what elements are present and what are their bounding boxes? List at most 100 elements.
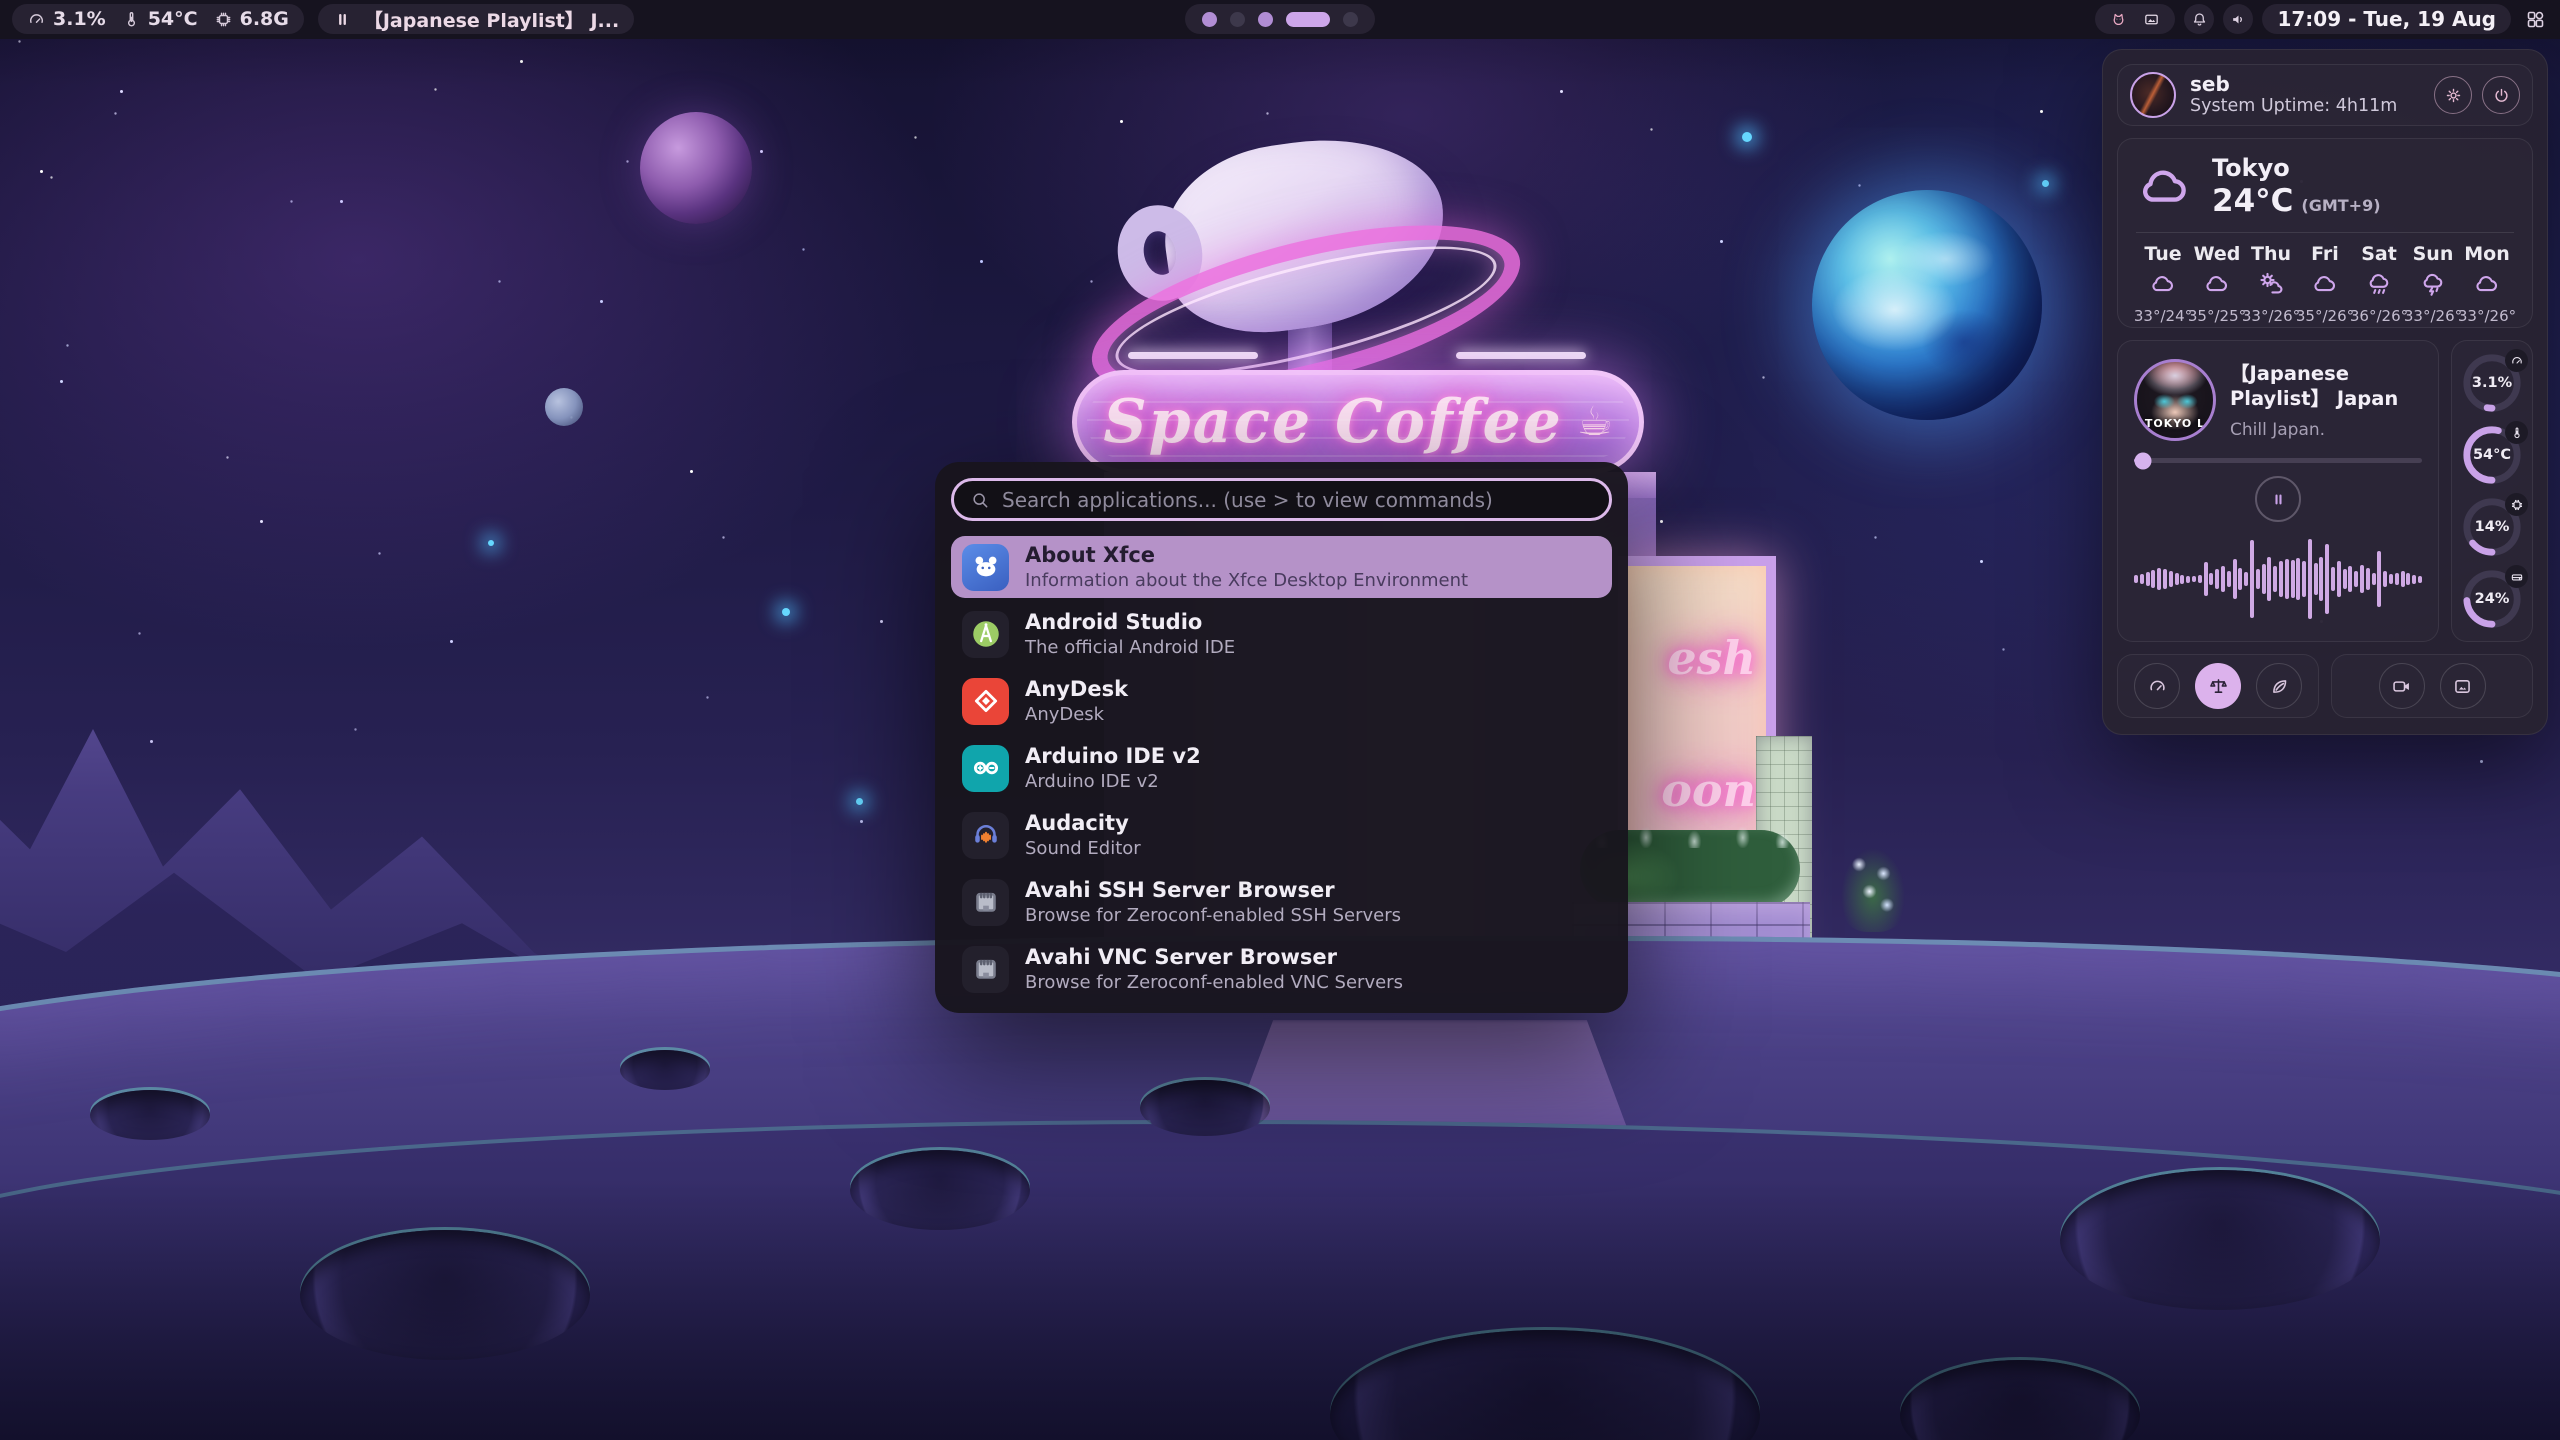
stat-chip: 6.8G — [214, 8, 289, 30]
pause-icon — [2270, 491, 2287, 508]
workspace-dot-3[interactable] — [1258, 12, 1273, 27]
weather-city: Tokyo — [2212, 155, 2381, 183]
speedometer-icon — [2147, 676, 2168, 697]
desktop: eshoonans Space Coffee ☕ 3.1%54°C6.8G — [0, 0, 2560, 1440]
cloud-icon — [2311, 270, 2339, 302]
media-progress-bar[interactable] — [2134, 458, 2422, 463]
avahi-icon — [962, 946, 1009, 993]
system-gauges: 3.1% 54°C 14% 24% — [2451, 340, 2533, 642]
workspace-indicator[interactable] — [1185, 4, 1375, 34]
avahi-icon — [962, 879, 1009, 926]
user-name: seb — [2190, 73, 2397, 96]
media-subtitle: Chill Japan. — [2230, 420, 2422, 440]
screenshot-icon — [2452, 676, 2473, 697]
gauge-speedometer: 3.1% — [2461, 352, 2523, 414]
stat-speedometer: 3.1% — [27, 8, 106, 30]
chip-icon — [214, 10, 233, 29]
capture-video-button[interactable] — [2379, 663, 2425, 709]
xfce-icon — [962, 544, 1009, 591]
cloud-icon — [2149, 270, 2177, 302]
video-icon — [2391, 676, 2412, 697]
divider — [2136, 232, 2514, 233]
chip-icon — [2505, 493, 2528, 516]
cloud-icon — [2203, 270, 2231, 302]
stat-value: 6.8G — [240, 8, 289, 30]
clock[interactable]: 17:09 - Tue, 19 Aug — [2262, 4, 2511, 34]
system-uptime: System Uptime: 4h11m — [2190, 96, 2397, 117]
power-profile-card — [2117, 654, 2319, 718]
search-bar[interactable] — [951, 478, 1612, 521]
android-studio-icon — [962, 611, 1009, 658]
wallpaper-icon[interactable] — [2143, 11, 2160, 28]
pet-icon[interactable] — [2110, 11, 2127, 28]
workspace-dot-5[interactable] — [1343, 12, 1358, 27]
top-bar: 3.1% 54°C 6.8G 【Japanese Playlist】 J... 17… — [0, 0, 2560, 39]
widgets-button[interactable] — [2520, 4, 2550, 34]
app-row-avahi-ssh-server-browser[interactable]: Avahi SSH Server BrowserBrowse for Zeroc… — [951, 871, 1612, 933]
forecast-wed: Wed35°/25° — [2190, 243, 2244, 325]
capture-card — [2331, 654, 2533, 718]
arduino-icon — [962, 745, 1009, 792]
cloud-icon — [2473, 270, 2501, 302]
search-icon — [970, 490, 990, 510]
search-input[interactable] — [1002, 488, 1593, 512]
thermometer-icon — [2505, 421, 2528, 444]
notifications-button[interactable] — [2184, 4, 2214, 34]
gauge-chip: 14% — [2461, 496, 2523, 558]
widgets-icon — [2525, 9, 2546, 30]
forecast-fri: Fri35°/26° — [2298, 243, 2352, 325]
play-pause-button[interactable] — [2255, 476, 2301, 522]
sun-cloud-icon — [2257, 270, 2285, 302]
weather-temp: 24°C — [2212, 183, 2293, 219]
drive-icon — [2505, 565, 2528, 588]
profile-speedometer-button[interactable] — [2134, 663, 2180, 709]
workspace-dot-4[interactable] — [1286, 12, 1330, 27]
media-pill-label: 【Japanese Playlist】 J... — [364, 6, 619, 33]
workspace-dot-2[interactable] — [1230, 12, 1245, 27]
speedometer-icon — [27, 10, 46, 29]
power-button[interactable] — [2482, 76, 2520, 114]
bell-icon — [2191, 11, 2208, 28]
dashboard-panel: seb System Uptime: 4h11m Tokyo 24°C (GMT… — [2102, 49, 2548, 735]
capture-screenshot-button[interactable] — [2440, 663, 2486, 709]
speedometer-icon — [2505, 349, 2528, 372]
user-card: seb System Uptime: 4h11m — [2117, 64, 2533, 126]
media-player-card: TOKYO L 【Japanese Playlist】 Japan All Ni… — [2117, 340, 2439, 642]
app-row-anydesk[interactable]: AnyDeskAnyDesk — [951, 670, 1612, 732]
thermometer-icon — [122, 10, 141, 29]
app-row-android-studio[interactable]: Android StudioThe official Android IDE — [951, 603, 1612, 665]
rain-icon — [2365, 270, 2393, 302]
media-title: 【Japanese Playlist】 Japan All Night - To… — [2230, 361, 2422, 413]
system-stats-pill[interactable]: 3.1% 54°C 6.8G — [12, 4, 304, 34]
gauge-thermometer: 54°C — [2461, 424, 2523, 486]
album-art: TOKYO L — [2134, 359, 2216, 441]
app-row-audacity[interactable]: AudacitySound Editor — [951, 804, 1612, 866]
tray-pill[interactable] — [2095, 4, 2175, 34]
volume-button[interactable] — [2223, 4, 2253, 34]
workspace-dot-1[interactable] — [1202, 12, 1217, 27]
avatar — [2130, 72, 2176, 118]
forecast-tue: Tue33°/24° — [2136, 243, 2190, 325]
album-art-label: TOKYO L — [2137, 417, 2213, 430]
stat-value: 54°C — [148, 8, 198, 30]
app-launcher: About XfceInformation about the Xfce Des… — [935, 462, 1628, 1013]
profile-leaf-button[interactable] — [2256, 663, 2302, 709]
launcher-app-list: About XfceInformation about the Xfce Des… — [951, 536, 1612, 1000]
media-pill[interactable]: 【Japanese Playlist】 J... — [318, 4, 634, 34]
audio-visualizer — [2134, 532, 2422, 626]
profile-scales-button[interactable] — [2195, 663, 2241, 709]
stat-value: 3.1% — [53, 8, 106, 30]
media-progress-knob[interactable] — [2134, 452, 2151, 469]
stat-thermometer: 54°C — [122, 8, 198, 30]
cloud-icon — [2136, 158, 2194, 216]
app-row-avahi-vnc-server-browser[interactable]: Avahi VNC Server BrowserBrowse for Zeroc… — [951, 938, 1612, 1000]
app-row-arduino-ide-v2[interactable]: Arduino IDE v2Arduino IDE v2 — [951, 737, 1612, 799]
audacity-icon — [962, 812, 1009, 859]
app-row-about-xfce[interactable]: About XfceInformation about the Xfce Des… — [951, 536, 1612, 598]
weather-timezone: (GMT+9) — [2301, 196, 2380, 215]
forecast-sat: Sat36°/26° — [2352, 243, 2406, 325]
settings-button[interactable] — [2434, 76, 2472, 114]
gauge-drive: 24% — [2461, 568, 2523, 630]
leaf-icon — [2269, 676, 2290, 697]
gear-icon — [2444, 86, 2463, 105]
